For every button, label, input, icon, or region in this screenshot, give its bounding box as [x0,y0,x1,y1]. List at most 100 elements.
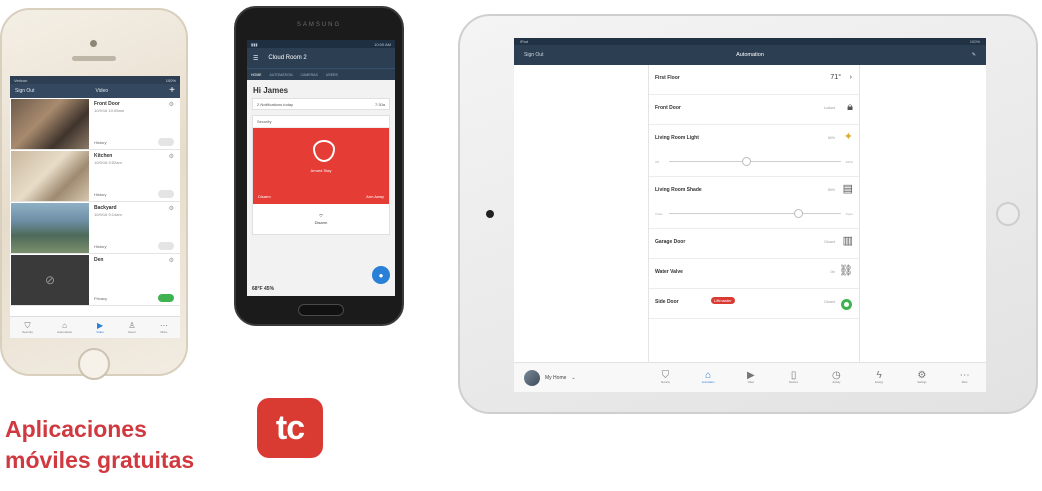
iphone-screen: Verizon 100% Sign Out Video + Front Door… [10,76,180,338]
gear-icon[interactable]: ⚙ [169,101,174,108]
device-name: Living Room Light [655,135,699,141]
device-status: 60% [827,136,835,140]
battery: 100% [165,77,176,83]
menu-icon[interactable]: ☰ [253,55,258,62]
camera-thumbnail[interactable] [11,203,89,253]
samsung-brand: SAMSUNG [296,22,342,28]
tab-users[interactable]: ♙ Users [128,321,136,334]
arm-away-action[interactable]: Arm Away [366,194,384,199]
list-item[interactable]: Garage Door Closed ▥ [649,229,859,259]
list-item[interactable]: Side Door Liftmaster Closed [649,289,859,319]
list-item[interactable]: Front Door Locked 🔒︎ [649,95,859,125]
tab-video[interactable]: ▶ Video [730,370,773,385]
more-icon: ⋯ [959,369,970,381]
thermostat-summary: 68°F 45% [252,286,275,292]
tab-users[interactable]: USERS [326,73,338,77]
disarm-action[interactable]: Disarm [258,194,271,199]
tab-automation[interactable]: ⌂ Automation [687,370,730,385]
tab-security[interactable]: ⛉ Security [644,369,687,385]
floating-action-button[interactable]: ● [372,266,390,284]
ring-icon[interactable] [841,299,852,310]
tab-automation[interactable]: ⌂ Automation [57,320,72,334]
bulb-icon[interactable]: ✦ [844,132,853,143]
samsung-screen: ▮▮▮ 10:00 AM ☰ Cloud Room 2 HOME AUTOMAT… [247,40,395,296]
battery: 100% [969,39,980,44]
tagline: Aplicaciones móviles gratuitas [5,414,194,476]
list-item[interactable]: Living Room Shade 80% ▤ Close Open [649,177,859,229]
camera-thumbnail[interactable] [11,151,89,201]
gear-icon[interactable]: ⚙ [169,205,174,212]
home-icon: ⌂ [62,320,67,330]
sign-out-link[interactable]: Sign Out [524,52,543,58]
camera-date: 10/9/16 9:14am [94,212,122,217]
camera-toggle[interactable] [158,190,174,198]
home-button[interactable] [996,202,1020,226]
add-button[interactable]: + [169,86,175,96]
list-item[interactable]: Living Room Light 60% ✦ Off 100% [649,125,859,177]
slider-knob[interactable] [742,157,752,166]
notification-text: 2 Notifications today [257,101,294,107]
device-name: Side Door [655,299,679,305]
energy-icon: ϟ [876,369,882,381]
camera-row[interactable]: ⊘ Den ⚙ Privacy [10,254,180,306]
shade-slider[interactable] [669,209,841,218]
armed-panel[interactable]: Armed Stay Disarm Arm Away [253,128,389,204]
tab-devices[interactable]: ▯ Devices [772,370,815,385]
list-item[interactable]: First Floor 71° › [649,65,859,95]
camera-thumbnail[interactable]: ⊘ [11,255,89,305]
slider-min: Close [655,212,663,216]
tab-energy[interactable]: ϟ Energy [858,369,901,385]
location-selector[interactable]: My Home ⌄ [514,369,644,386]
tab-video[interactable]: ▶ Video [96,321,104,334]
garage-icon[interactable]: ▥ [843,236,853,247]
valve-icon[interactable]: ⛓ [839,266,853,277]
tab-settings[interactable]: ⚙ Settings [901,370,944,385]
shield-outline-icon: ⛉ [319,213,323,218]
notification-bar[interactable]: 2 Notifications today 7:30a [252,98,390,110]
tab-automation[interactable]: AUTOMATION [270,73,293,77]
camera-row[interactable]: Kitchen 10/9/16 9:52am ⚙ History [10,150,180,202]
brightness-slider[interactable] [669,157,841,166]
device-name: Front Door [655,105,681,111]
sign-out-link[interactable]: Sign Out [15,88,34,94]
disarm-label: Disarm [314,220,328,225]
ipad-device: iPad 100% Sign Out Automation ✎ First Fl… [458,14,1038,414]
privacy-toggle[interactable] [158,294,174,302]
chevron-right-icon[interactable]: › [850,74,852,81]
gear-icon[interactable]: ⚙ [169,153,174,160]
camera-name: Backyard [94,205,117,211]
signal-icon: ▮▮▮ [251,41,258,47]
tc-logo: tc [257,398,323,458]
camera-toggle[interactable] [158,138,174,146]
history-link[interactable]: History [94,192,106,197]
camera-toggle[interactable] [158,242,174,250]
history-link[interactable]: History [94,244,106,249]
camera-row[interactable]: Front Door 10/9/16 10:05am ⚙ History [10,98,180,150]
camera-thumbnail[interactable] [11,99,89,149]
tab-home[interactable]: HOME [251,73,262,77]
history-link[interactable]: History [94,140,106,145]
tab-activity[interactable]: ◷ Activity [815,370,858,385]
greeting: Hi James [253,86,289,95]
shield-icon: ⛉ [661,369,670,381]
tab-security[interactable]: ⛉ Security [22,320,33,334]
home-label: My Home [545,374,567,381]
device-status: Locked [823,106,835,110]
location-selector[interactable]: Cloud Room 2 [268,55,306,61]
camera-row[interactable]: Backyard 10/9/16 9:14am ⚙ History [10,202,180,254]
shield-icon: ⛉ [24,320,31,330]
front-camera [486,210,494,218]
disarm-button[interactable]: ⛉ Disarm [253,204,389,234]
lock-icon[interactable]: 🔒︎ [847,102,853,113]
home-button[interactable] [298,304,344,316]
earpiece [72,56,116,61]
tab-cameras[interactable]: CAMERAS [301,73,318,77]
tab-more[interactable]: ⋯ More [943,369,986,385]
slider-knob[interactable] [794,209,803,218]
shade-icon[interactable]: ▤ [843,184,853,195]
gear-icon[interactable]: ⚙ [169,257,174,264]
list-item[interactable]: Water Valve On ⛓ [649,259,859,289]
home-button[interactable] [78,348,110,380]
edit-icon[interactable]: ✎ [972,52,976,58]
tab-more[interactable]: ⋯ More [160,321,168,334]
